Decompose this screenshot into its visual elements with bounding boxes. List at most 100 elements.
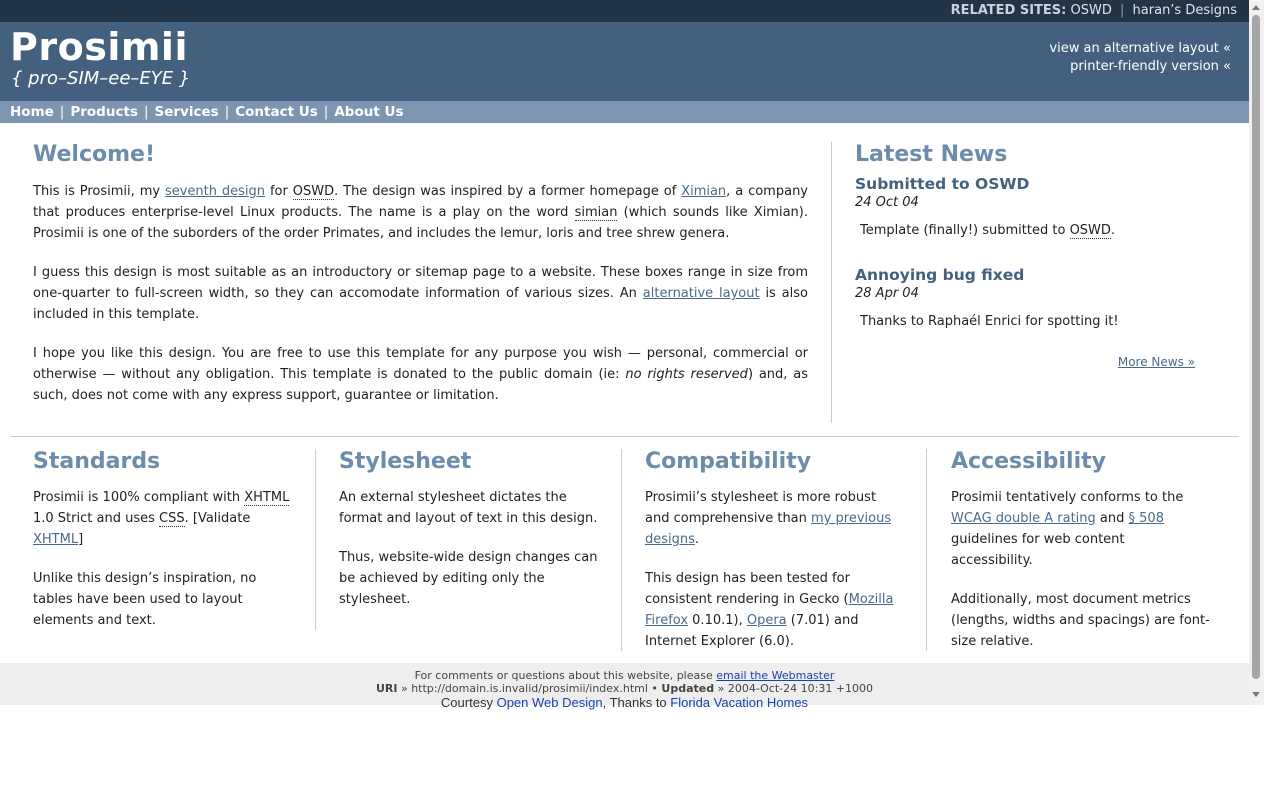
bullet: • bbox=[651, 682, 658, 695]
site-tagline: { pro–SIM–ee–EYE } bbox=[11, 68, 191, 89]
news-title: Annoying bug fixed bbox=[855, 266, 1025, 284]
page: RELATED SITES: OSWD | haran’s Designs Pr… bbox=[0, 0, 1249, 800]
text: Prosimii tentatively conforms to the bbox=[951, 490, 1184, 505]
news-title: Submitted to OSWD bbox=[855, 175, 1030, 193]
stylesheet-body: An external stylesheet dictates the form… bbox=[339, 487, 598, 610]
simian-abbr: simian bbox=[574, 205, 618, 221]
nav-products[interactable]: Products bbox=[70, 104, 138, 120]
compatibility-column: Compatibility Prosimii’s stylesheet is m… bbox=[645, 449, 904, 670]
scroll-up-icon[interactable] bbox=[1252, 5, 1260, 10]
text: . [Validate bbox=[184, 511, 251, 526]
usage-paragraph: I guess this design is most suitable as … bbox=[33, 262, 808, 325]
updated-label: Updated bbox=[661, 682, 715, 695]
site-footer: For comments or questions about this web… bbox=[0, 663, 1249, 710]
updated-value: 2004-Oct-24 10:31 +1000 bbox=[727, 682, 874, 695]
standards-heading: Standards bbox=[33, 449, 161, 474]
text: . bbox=[1110, 223, 1116, 238]
nav-separator: | bbox=[59, 104, 65, 120]
text: ] bbox=[78, 532, 84, 547]
text: For comments or questions about this web… bbox=[414, 669, 717, 682]
compatibility-paragraph: Prosimii’s stylesheet is more robust and… bbox=[645, 487, 904, 550]
text: Courtesy bbox=[440, 695, 493, 710]
nav-separator: | bbox=[323, 104, 329, 120]
mozilla-link[interactable]: Mozilla bbox=[849, 592, 894, 607]
stylesheet-paragraph: An external stylesheet dictates the form… bbox=[339, 490, 598, 526]
opera-link[interactable]: Opera bbox=[747, 613, 787, 628]
site-header: Prosimii { pro–SIM–ee–EYE } view an alte… bbox=[0, 22, 1249, 101]
alternative-layout-link[interactable]: view an alternative layout « bbox=[1049, 40, 1231, 58]
arrow: » bbox=[400, 682, 408, 695]
site-title: Prosimii bbox=[10, 25, 188, 69]
column-divider bbox=[926, 449, 927, 651]
xhtml-abbr: XHTML bbox=[244, 490, 290, 506]
nav-contact-us[interactable]: Contact Us bbox=[235, 104, 318, 120]
wcag-link[interactable]: WCAG double A rating bbox=[951, 511, 1096, 526]
text: and bbox=[1095, 511, 1129, 526]
standards-column: Standards Prosimii is 100% compliant wit… bbox=[33, 449, 292, 649]
stylesheet-column: Stylesheet An external stylesheet dictat… bbox=[339, 449, 598, 628]
related-link-oswd[interactable]: OSWD bbox=[1071, 3, 1112, 18]
main-content: Welcome! This is Prosimii, my seventh de… bbox=[33, 142, 808, 424]
nav-services[interactable]: Services bbox=[155, 104, 219, 120]
text: . The design was inspired by a former ho… bbox=[334, 184, 682, 199]
arrow: » bbox=[717, 682, 725, 695]
compatibility-body: Prosimii’s stylesheet is more robust and… bbox=[645, 487, 904, 652]
standards-body: Prosimii is 100% compliant with XHTML 1.… bbox=[33, 487, 292, 631]
validate-xhtml-link[interactable]: XHTML bbox=[33, 532, 78, 547]
news-date: 24 Oct 04 bbox=[855, 195, 919, 210]
compatibility-paragraph-2: This design has been tested for consiste… bbox=[645, 568, 904, 652]
column-divider bbox=[621, 449, 622, 651]
ximian-link[interactable]: Ximian bbox=[681, 184, 726, 199]
text: guidelines for web content accessibility… bbox=[951, 532, 1125, 568]
news-date: 28 Apr 04 bbox=[855, 286, 919, 301]
news-item: Submitted to OSWD 24 Oct 04 Template (fi… bbox=[855, 175, 1195, 239]
printer-friendly-link[interactable]: printer-friendly version « bbox=[1049, 58, 1231, 76]
nav-about-us[interactable]: About Us bbox=[334, 104, 403, 120]
news-body: Template (finally!) submitted to OSWD. bbox=[860, 223, 1195, 239]
related-sites-bar: RELATED SITES: OSWD | haran’s Designs bbox=[0, 0, 1249, 22]
scroll-down-icon[interactable] bbox=[1252, 692, 1260, 697]
text: 1.0 Strict and uses bbox=[33, 511, 159, 526]
footer-meta: URI » http://domain.is.invalid/prosimii/… bbox=[0, 682, 1249, 696]
accessibility-column: Accessibility Prosimii tentatively confo… bbox=[951, 449, 1210, 670]
text: . bbox=[694, 532, 700, 547]
text: Prosimii is 100% compliant with bbox=[33, 490, 245, 505]
text: Template (finally!) submitted to bbox=[860, 223, 1070, 238]
more-news-link[interactable]: More News » bbox=[1118, 355, 1195, 369]
accessibility-heading: Accessibility bbox=[951, 449, 1106, 474]
welcome-heading: Welcome! bbox=[33, 142, 155, 167]
sidebar-divider bbox=[831, 142, 832, 423]
related-separator: | bbox=[1120, 3, 1125, 18]
text: 0.10.1), bbox=[688, 613, 747, 628]
open-web-design-link[interactable]: Open Web Design bbox=[497, 695, 603, 710]
seventh-design-link[interactable]: seventh design bbox=[165, 184, 265, 199]
text: for bbox=[265, 184, 293, 199]
related-link-harans-designs[interactable]: haran’s Designs bbox=[1133, 3, 1237, 18]
standards-paragraph-2: Unlike this design’s inspiration, no tab… bbox=[33, 571, 257, 628]
firefox-link[interactable]: Firefox bbox=[645, 613, 688, 628]
alternative-links: view an alternative layout « printer-fri… bbox=[1049, 40, 1231, 76]
oswd-abbr: OSWD bbox=[1069, 223, 1111, 239]
main-nav: Home | Products | Services | Contact Us | About … bbox=[0, 101, 1249, 123]
latest-news-heading: Latest News bbox=[855, 142, 1008, 167]
alternative-layout-inline-link[interactable]: alternative layout bbox=[643, 286, 760, 301]
news-item: Annoying bug fixed 28 Apr 04 Thanks to R… bbox=[855, 266, 1195, 329]
standards-paragraph: Prosimii is 100% compliant with XHTML 1.… bbox=[33, 487, 292, 550]
uri-value: http://domain.is.invalid/prosimii/index.… bbox=[411, 682, 648, 695]
accessibility-body: Prosimii tentatively conforms to the WCA… bbox=[951, 487, 1210, 652]
text: Thanks to bbox=[609, 695, 667, 710]
florida-vacation-homes-link[interactable]: Florida Vacation Homes bbox=[670, 695, 808, 710]
css-abbr: CSS bbox=[159, 511, 185, 527]
section-508-link[interactable]: § 508 bbox=[1129, 511, 1164, 526]
compatibility-heading: Compatibility bbox=[645, 449, 812, 474]
vertical-scrollbar[interactable] bbox=[1249, 0, 1264, 705]
no-rights-reserved: no rights reserved bbox=[625, 367, 748, 382]
section-divider bbox=[10, 436, 1239, 437]
nav-home[interactable]: Home bbox=[10, 104, 54, 120]
email-webmaster-link[interactable]: email the Webmaster bbox=[716, 669, 834, 682]
license-paragraph: I hope you like this design. You are fre… bbox=[33, 343, 808, 406]
accessibility-paragraph-2: Additionally, most document metrics (len… bbox=[951, 592, 1210, 649]
scrollbar-thumb[interactable] bbox=[1252, 15, 1260, 679]
uri-label: URI bbox=[375, 682, 398, 695]
latest-news-sidebar: Latest News Submitted to OSWD 24 Oct 04 … bbox=[855, 142, 1195, 369]
